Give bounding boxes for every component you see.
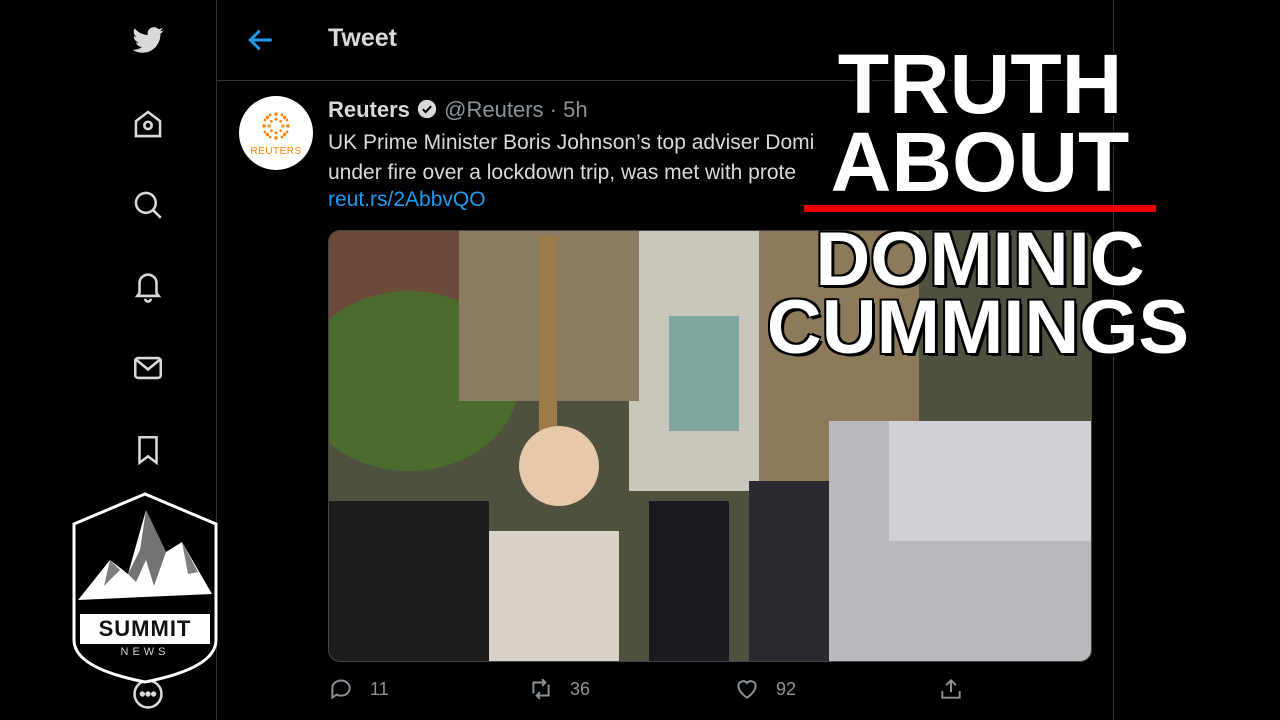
twitter-logo-icon[interactable]: [126, 18, 170, 62]
tweet-actions: 11 36 92: [328, 676, 988, 706]
overlay-title-line: ABOUT: [830, 115, 1130, 209]
reply-icon: [331, 679, 351, 700]
reply-count: 11: [370, 678, 389, 699]
logo-sub: NEWS: [120, 646, 170, 658]
retweet-count: 36: [570, 678, 591, 699]
like-button[interactable]: 92: [734, 676, 796, 702]
like-count: 92: [776, 678, 797, 699]
overlay-underline: [804, 205, 1156, 212]
page-title: Tweet: [328, 24, 397, 52]
home-icon[interactable]: [126, 102, 170, 146]
reply-button[interactable]: 11: [328, 676, 389, 702]
author-handle-time: @Reuters · 5h: [444, 97, 588, 122]
summit-news-logo: SUMMIT NEWS: [70, 490, 220, 685]
logo-name: SUMMIT: [98, 616, 192, 641]
share-button[interactable]: [938, 676, 980, 702]
avatar-label: REUTERS: [250, 146, 302, 157]
tweet-author[interactable]: Reuters @Reuters · 5h: [328, 97, 588, 123]
heart-icon: [737, 680, 757, 699]
author-name[interactable]: Reuters: [328, 97, 410, 122]
verified-badge-icon: [417, 99, 437, 119]
mail-icon[interactable]: [126, 346, 170, 390]
retweet-icon: [532, 678, 550, 700]
back-arrow-icon[interactable]: [245, 24, 277, 56]
share-icon: [941, 678, 961, 699]
bell-icon[interactable]: [126, 264, 170, 308]
overlay-title-line: CUMMINGS: [766, 285, 1190, 370]
tweet-link[interactable]: reut.rs/2AbbvQO: [328, 188, 486, 212]
reuters-logo-icon: [262, 112, 290, 140]
retweet-button[interactable]: 36: [528, 676, 590, 702]
bookmark-icon[interactable]: [126, 428, 170, 472]
search-icon[interactable]: [126, 183, 170, 227]
avatar[interactable]: REUTERS: [239, 96, 313, 170]
